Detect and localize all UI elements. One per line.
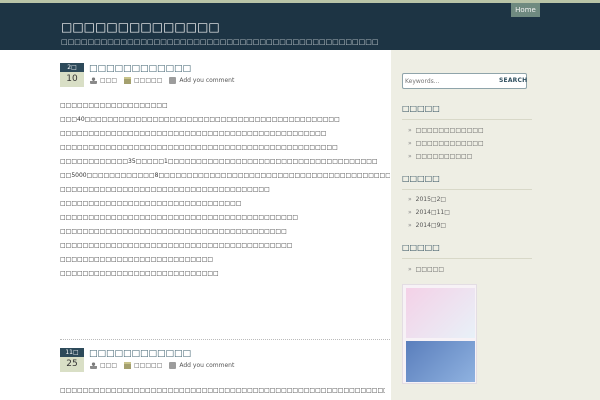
- recent-post-item[interactable]: □□□□□□□□□□□□: [408, 139, 484, 152]
- widget-divider: [402, 258, 532, 259]
- post-body: □□□□□□□□□□□□□□□□□□□□□□□□□□□□□□□□□□□□□□□□…: [60, 387, 385, 400]
- post-category[interactable]: □□□□□: [134, 77, 162, 84]
- post-day: 25: [60, 357, 84, 372]
- post-paragraph: □□□□□□□□□□□□□□□□□□□□□□□□□□□□□□□□□□□□□□□□…: [60, 144, 338, 151]
- add-comment-link[interactable]: Add you comment: [179, 362, 234, 369]
- archive-item[interactable]: 2014□11□: [408, 208, 450, 221]
- categories-list: □□□□□: [408, 265, 444, 278]
- search-box: SEARCH: [402, 73, 527, 89]
- recent-posts-list: □□□□□□□□□□□□ □□□□□□□□□□□□ □□□□□□□□□□: [408, 126, 484, 165]
- post-title-link[interactable]: □□□□□□□□□□□□: [89, 64, 191, 75]
- post-paragraph: □□□□□□□□□□□□□□□□□□□□□□□□□□□□□□□□□□□□□□□□…: [60, 130, 327, 137]
- post-paragraph: □□□□□□□□□□□□□□□□□□□□□□□□□□□□□□□□: [60, 200, 242, 207]
- post-month: 2□: [60, 63, 84, 72]
- post-body: □□□□□□□□□□□□□□□□□□□ □□□40□□□□□□□□□□□□□□□…: [60, 102, 390, 284]
- post-separator: [60, 339, 390, 340]
- folder-icon: [124, 362, 132, 369]
- comment-icon: [169, 362, 177, 369]
- post-day: 10: [60, 72, 84, 87]
- banner-top-panel: [406, 288, 475, 338]
- add-comment-link[interactable]: Add you comment: [179, 77, 234, 84]
- site-header: Home □□□□□□□□□□□□□□ □□□□□□□□□□□□□□□□□□□□…: [0, 3, 600, 50]
- author-icon: [90, 362, 97, 369]
- widget-divider: [402, 119, 532, 120]
- folder-icon: [124, 77, 132, 84]
- post-paragraph: □□□□□□□□□□□□35□□□□□1□□□□□□□□□□□□□□□□□□□□…: [60, 158, 378, 165]
- post-paragraph: □□□□□□□□□□□□□□□□□□□□□□□□□□□□□□□□□□□□□: [60, 186, 270, 193]
- comment-icon: [169, 77, 177, 84]
- archives-title: □□□□□: [402, 174, 440, 183]
- recent-post-item[interactable]: □□□□□□□□□□: [408, 152, 484, 165]
- post-paragraph: □□5000□□□□□□□□□□□□8□□□□□□□□□□□□□□□□□□□□□…: [60, 172, 390, 179]
- search-button[interactable]: SEARCH: [499, 77, 527, 84]
- home-nav-button[interactable]: Home: [511, 3, 540, 17]
- post-title-link[interactable]: □□□□□□□□□□□□: [89, 349, 191, 360]
- site-description: □□□□□□□□□□□□□□□□□□□□□□□□□□□□□□□□□□□□□□□□…: [61, 38, 379, 46]
- post-paragraph: □□□□□□□□□□□□□□□□□□□□□□□□□□□□: [60, 270, 219, 277]
- recent-posts-title: □□□□□: [402, 104, 440, 113]
- recent-post-item[interactable]: □□□□□□□□□□□□: [408, 126, 484, 139]
- sidebar-banner-image[interactable]: [402, 284, 477, 384]
- post-month: 11□: [60, 348, 84, 357]
- post-paragraph: □□□□□□□□□□□□□□□□□□□□□□□□□□□□□□□□□□□□□□□□…: [60, 387, 385, 394]
- post-meta: □□□ □□□□□ Add you comment: [90, 361, 234, 370]
- widget-divider: [402, 189, 532, 190]
- post-paragraph: □□□40□□□□□□□□□□□□□□□□□□□□□□□□□□□□□□□□□□□…: [60, 116, 340, 123]
- post-paragraph: □□□□□□□□□□□□□□□□□□□□□□□□□□□□□□□□□□□□□□□□: [60, 228, 287, 235]
- post-paragraph: □□□□□□□□□□□□□□□□□□□: [60, 102, 168, 109]
- category-item[interactable]: □□□□□: [408, 265, 444, 278]
- categories-title: □□□□□: [402, 243, 440, 252]
- search-input[interactable]: [405, 75, 491, 87]
- post-date-badge: 11□ 25: [60, 348, 84, 372]
- post-category[interactable]: □□□□□: [134, 362, 162, 369]
- archive-item[interactable]: 2014□9□: [408, 221, 450, 234]
- archives-list: 2015□2□ 2014□11□ 2014□9□: [408, 195, 450, 234]
- post-paragraph: □□□□□□□□□□□□□□□□□□□□□□□□□□□□□□□□□□□□□□□□…: [60, 242, 293, 249]
- post-meta: □□□ □□□□□ Add you comment: [90, 76, 234, 85]
- post-author[interactable]: □□□: [100, 77, 117, 84]
- post-author[interactable]: □□□: [100, 362, 117, 369]
- post-paragraph: □□□□□□□□□□□□□□□□□□□□□□□□□□□: [60, 256, 214, 263]
- author-icon: [90, 77, 97, 84]
- site-title[interactable]: □□□□□□□□□□□□□□: [61, 20, 220, 34]
- archive-item[interactable]: 2015□2□: [408, 195, 450, 208]
- banner-bottom-panel: [406, 341, 475, 382]
- post-paragraph: □□□□□□□□□□□□□□□□□□□□□□□□□□□□□□□□□□□□□□□□…: [60, 214, 299, 221]
- post-date-badge: 2□ 10: [60, 63, 84, 87]
